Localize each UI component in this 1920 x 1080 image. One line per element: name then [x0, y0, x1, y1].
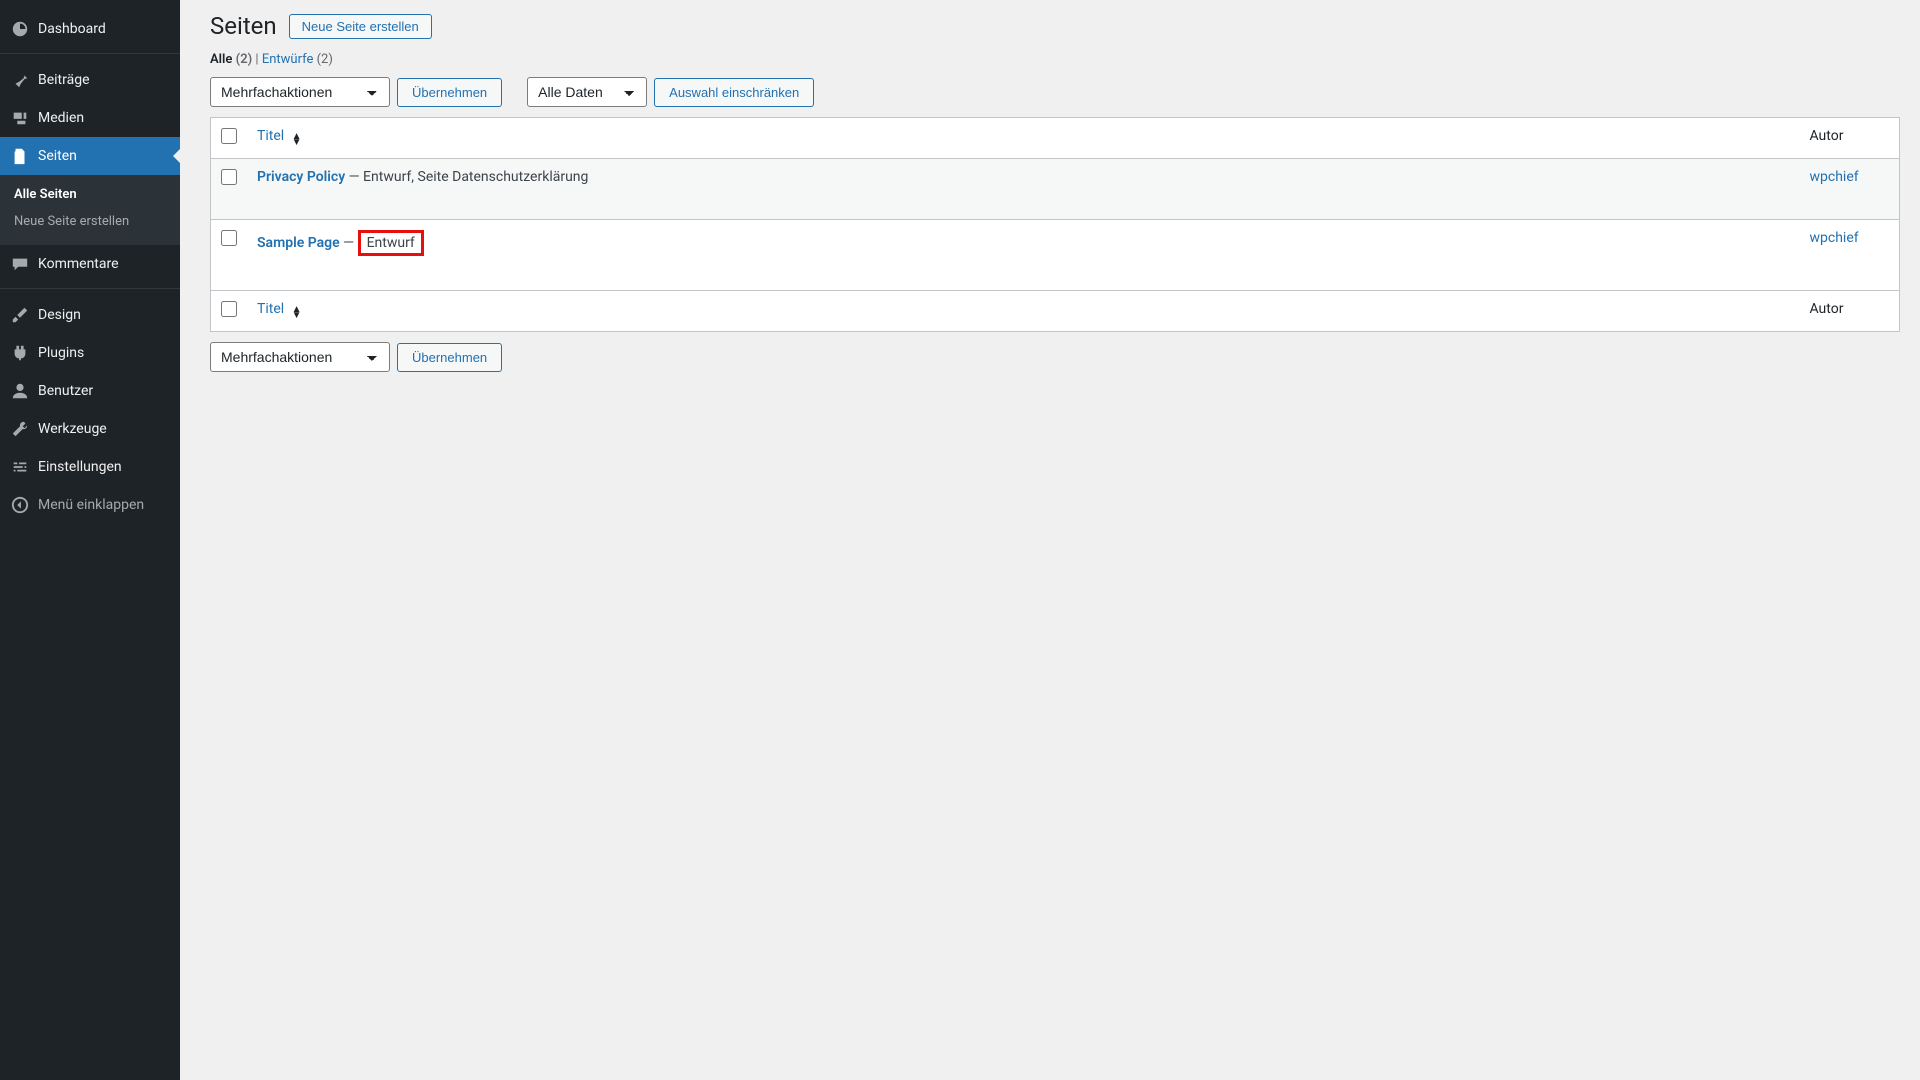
menu-label: Kommentare: [38, 253, 119, 275]
menu-label: Medien: [38, 107, 84, 129]
row-checkbox[interactable]: [221, 169, 237, 185]
submenu-pages: Alle Seiten Neue Seite erstellen: [0, 175, 180, 245]
user-icon: [10, 381, 30, 401]
filter-drafts[interactable]: Entwürfe (2): [262, 52, 333, 67]
title-cell: Privacy Policy — Entwurf, Seite Datensch…: [247, 159, 1800, 220]
select-all-header-top: [211, 118, 248, 159]
collapse-icon: [10, 495, 30, 515]
title-cell: Sample Page — Entwurf: [247, 220, 1800, 291]
media-icon: [10, 108, 30, 128]
pages-table: Titel ▲▼ Autor Privacy Policy — Entwurf,…: [210, 117, 1900, 332]
select-all-checkbox-top[interactable]: [221, 128, 237, 144]
menu-label: Design: [38, 304, 81, 326]
menu-item-pages[interactable]: Seiten: [0, 137, 180, 175]
comment-icon: [10, 254, 30, 274]
author-link[interactable]: wpchief: [1810, 169, 1859, 185]
author-link[interactable]: wpchief: [1810, 230, 1859, 246]
pin-icon: [10, 70, 30, 90]
table-row: Sample Page — Entwurf wpchief: [211, 220, 1900, 291]
table-row: Privacy Policy — Entwurf, Seite Datensch…: [211, 159, 1900, 220]
menu-item-dashboard[interactable]: Dashboard: [0, 10, 180, 48]
main-content: Seiten Neue Seite erstellen Alle (2) | E…: [180, 0, 1920, 412]
menu-label: Dashboard: [38, 18, 106, 40]
select-all-footer: [211, 291, 248, 332]
page-title-link[interactable]: Sample Page: [257, 235, 340, 251]
admin-sidebar: Dashboard Beiträge Medien Seiten Alle Se…: [0, 0, 180, 1080]
menu-label: Plugins: [38, 342, 84, 364]
menu-item-comments[interactable]: Kommentare: [0, 245, 180, 283]
pages-icon: [10, 146, 30, 166]
menu-item-tools[interactable]: Werkzeuge: [0, 410, 180, 448]
select-all-checkbox-bottom[interactable]: [221, 301, 237, 317]
menu-collapse[interactable]: Menü einklappen: [0, 486, 180, 524]
sort-indicator-icon: ▲▼: [292, 307, 302, 319]
highlighted-status: Entwurf: [358, 230, 424, 256]
bulk-action-select-bottom[interactable]: Mehrfachaktionen: [210, 342, 390, 372]
menu-item-media[interactable]: Medien: [0, 99, 180, 137]
submenu-all-pages[interactable]: Alle Seiten: [0, 181, 180, 208]
menu-item-settings[interactable]: Einstellungen: [0, 448, 180, 486]
dashboard-icon: [10, 19, 30, 39]
apply-button-bottom[interactable]: Übernehmen: [397, 343, 502, 372]
filter-links: Alle (2) | Entwürfe (2): [210, 52, 1900, 67]
menu-separator: [0, 53, 180, 61]
row-checkbox[interactable]: [221, 230, 237, 246]
brush-icon: [10, 305, 30, 325]
collapse-label: Menü einklappen: [38, 494, 144, 516]
page-status-meta: — Entwurf, Seite Datenschutzerklärung: [349, 169, 589, 185]
menu-item-posts[interactable]: Beiträge: [0, 61, 180, 99]
plugin-icon: [10, 343, 30, 363]
wrench-icon: [10, 419, 30, 439]
menu-label: Werkzeuge: [38, 418, 107, 440]
sliders-icon: [10, 457, 30, 477]
add-new-page-button[interactable]: Neue Seite erstellen: [289, 14, 432, 39]
menu-label: Seiten: [38, 145, 77, 167]
menu-item-plugins[interactable]: Plugins: [0, 334, 180, 372]
author-column-header: Autor: [1800, 118, 1900, 159]
apply-button-top[interactable]: Übernehmen: [397, 78, 502, 107]
menu-separator: [0, 288, 180, 296]
sort-indicator-icon: ▲▼: [292, 134, 302, 146]
submenu-new-page[interactable]: Neue Seite erstellen: [0, 208, 180, 235]
page-title-link[interactable]: Privacy Policy: [257, 169, 345, 185]
title-column-header[interactable]: Titel ▲▼: [247, 118, 1800, 159]
menu-item-users[interactable]: Benutzer: [0, 372, 180, 410]
date-filter-select[interactable]: Alle Daten: [527, 77, 647, 107]
bulk-action-select-top[interactable]: Mehrfachaktionen: [210, 77, 390, 107]
menu-item-appearance[interactable]: Design: [0, 296, 180, 334]
author-column-footer: Autor: [1800, 291, 1900, 332]
page-header: Seiten Neue Seite erstellen: [210, 12, 1900, 40]
filter-all[interactable]: Alle (2): [210, 52, 255, 67]
menu-label: Einstellungen: [38, 456, 122, 478]
title-column-footer[interactable]: Titel ▲▼: [247, 291, 1800, 332]
page-status-prefix: —: [343, 235, 357, 251]
bottom-tablenav: Mehrfachaktionen Übernehmen: [210, 342, 1900, 372]
menu-label: Benutzer: [38, 380, 93, 402]
top-tablenav: Mehrfachaktionen Übernehmen Alle Daten A…: [210, 77, 1900, 107]
page-title: Seiten: [210, 12, 277, 40]
filter-button[interactable]: Auswahl einschränken: [654, 78, 814, 107]
menu-label: Beiträge: [38, 69, 90, 91]
